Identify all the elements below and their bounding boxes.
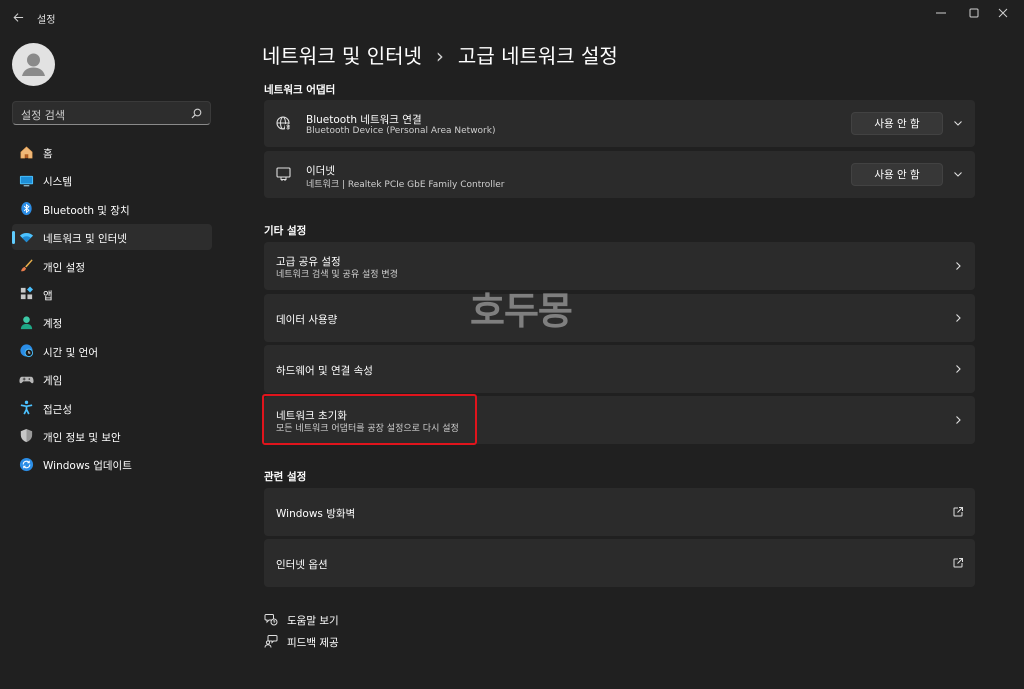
- highlight-box: [262, 394, 477, 445]
- search-icon[interactable]: [190, 107, 203, 120]
- adapter-description: Bluetooth Device (Personal Area Network): [306, 126, 496, 136]
- page-title: 고급 네트워크 설정: [457, 44, 618, 68]
- sidebar-item-accessibility[interactable]: 접근성: [12, 395, 212, 421]
- close-button[interactable]: [988, 4, 1018, 22]
- adapter-card-bluetooth[interactable]: Bluetooth 네트워크 연결 Bluetooth Device (Pers…: [264, 100, 975, 147]
- gamepad-icon: [18, 371, 34, 387]
- sidebar-item-label: 개인 정보 및 보안: [43, 431, 121, 444]
- app-title: 설정: [37, 15, 56, 26]
- adapter-name: 이더넷: [306, 165, 335, 177]
- wifi-icon: [18, 229, 34, 245]
- data-usage-card[interactable]: 데이터 사용량: [264, 294, 975, 342]
- section-title-related: 관련 설정: [264, 471, 307, 483]
- sidebar-item-label: Windows 업데이트: [43, 460, 132, 473]
- update-icon: [18, 456, 34, 472]
- back-button[interactable]: [8, 8, 28, 26]
- section-title-more: 기타 설정: [264, 225, 307, 237]
- title-bar: 설정: [0, 0, 1024, 34]
- windows-firewall-card[interactable]: Windows 방화벽: [264, 488, 975, 536]
- sidebar-item-time-language[interactable]: 시간 및 언어: [12, 338, 212, 364]
- sidebar-item-label: 접근성: [43, 403, 72, 416]
- brush-icon: [18, 258, 34, 274]
- sidebar-item-privacy[interactable]: 개인 정보 및 보안: [12, 423, 212, 449]
- sidebar-item-apps[interactable]: 앱: [12, 281, 212, 307]
- help-link-label[interactable]: 도움말 보기: [287, 613, 339, 628]
- external-link-icon: [952, 557, 964, 569]
- sidebar-item-network[interactable]: 네트워크 및 인터넷: [12, 224, 212, 251]
- chevron-right-icon: [952, 414, 964, 426]
- sidebar-item-gaming[interactable]: 게임: [12, 366, 212, 392]
- sidebar-item-home[interactable]: 홈: [12, 139, 212, 165]
- minimize-icon: [936, 12, 946, 14]
- sidebar-item-label: 시간 및 언어: [43, 346, 98, 359]
- apps-icon: [18, 286, 34, 302]
- breadcrumb-parent[interactable]: 네트워크 및 인터넷: [262, 44, 422, 68]
- close-icon: [998, 8, 1008, 18]
- advanced-sharing-card[interactable]: 고급 공유 설정 네트워크 검색 및 공유 설정 변경: [264, 242, 975, 290]
- chevron-down-icon[interactable]: [952, 117, 964, 129]
- feedback-icon: [264, 634, 278, 648]
- search-box[interactable]: 설정 검색: [12, 101, 211, 125]
- adapter-description: 네트워크 | Realtek PCIe GbE Family Controlle…: [306, 180, 505, 190]
- disable-button[interactable]: 사용 안 함: [851, 112, 943, 135]
- sidebar-item-label: 앱: [43, 289, 53, 302]
- sidebar-item-label: Bluetooth 및 장치: [43, 204, 130, 217]
- ethernet-icon: [276, 166, 292, 182]
- globe-icon: [18, 343, 34, 359]
- maximize-icon: [969, 8, 979, 18]
- sidebar-item-accounts[interactable]: 계정: [12, 309, 212, 335]
- accessibility-icon: [18, 400, 34, 416]
- search-input[interactable]: 설정 검색: [21, 107, 65, 123]
- sidebar-item-label: 개인 설정: [43, 261, 85, 274]
- adapter-name: Bluetooth 네트워크 연결: [306, 114, 422, 126]
- chevron-right-icon: [952, 363, 964, 375]
- feedback-link-label[interactable]: 피드백 제공: [287, 635, 339, 650]
- internet-options-card[interactable]: 인터넷 옵션: [264, 539, 975, 587]
- card-subtitle: 네트워크 검색 및 공유 설정 변경: [276, 270, 398, 280]
- external-link-icon: [952, 506, 964, 518]
- hardware-properties-card[interactable]: 하드웨어 및 연결 속성: [264, 345, 975, 393]
- sidebar-item-system[interactable]: 시스템: [12, 167, 212, 193]
- shield-icon: [18, 428, 34, 444]
- breadcrumb-separator: ›: [435, 44, 444, 68]
- sidebar-item-label: 시스템: [43, 176, 72, 189]
- home-icon: [18, 144, 34, 160]
- adapter-card-ethernet[interactable]: 이더넷 네트워크 | Realtek PCIe GbE Family Contr…: [264, 151, 975, 198]
- avatar[interactable]: [12, 43, 55, 86]
- user-icon: [22, 53, 45, 76]
- chevron-right-icon: [952, 260, 964, 272]
- sidebar-nav: 홈 시스템 Bluetooth 및 장치 네트워크 및 인터넷 개인 설정 앱 …: [12, 139, 212, 480]
- sidebar-item-label: 게임: [43, 375, 63, 388]
- maximize-button[interactable]: [959, 4, 989, 22]
- card-title: Windows 방화벽: [276, 508, 356, 520]
- bluetooth-network-icon: [276, 115, 292, 131]
- card-title: 인터넷 옵션: [276, 559, 328, 571]
- card-title: 하드웨어 및 연결 속성: [276, 365, 373, 377]
- card-title: 데이터 사용량: [276, 314, 338, 326]
- bluetooth-icon: [18, 201, 34, 217]
- breadcrumb: 네트워크 및 인터넷 › 고급 네트워크 설정: [262, 40, 618, 69]
- sidebar-item-label: 계정: [43, 318, 63, 331]
- section-title-adapters: 네트워크 어댑터: [264, 84, 336, 96]
- sidebar-item-label: 홈: [43, 148, 53, 160]
- chevron-right-icon: [952, 312, 964, 324]
- system-icon: [18, 172, 34, 188]
- minimize-button[interactable]: [926, 4, 956, 22]
- chevron-down-icon[interactable]: [952, 168, 964, 180]
- watermark: 호두몽: [470, 289, 573, 333]
- sidebar-item-bluetooth[interactable]: Bluetooth 및 장치: [12, 196, 212, 222]
- help-icon: [264, 612, 278, 626]
- back-arrow-icon: [12, 12, 23, 22]
- sidebar-item-windows-update[interactable]: Windows 업데이트: [12, 451, 212, 477]
- account-icon: [18, 314, 34, 330]
- disable-button[interactable]: 사용 안 함: [851, 163, 943, 186]
- sidebar-item-label: 네트워크 및 인터넷: [43, 233, 127, 246]
- sidebar-item-personalization[interactable]: 개인 설정: [12, 253, 212, 279]
